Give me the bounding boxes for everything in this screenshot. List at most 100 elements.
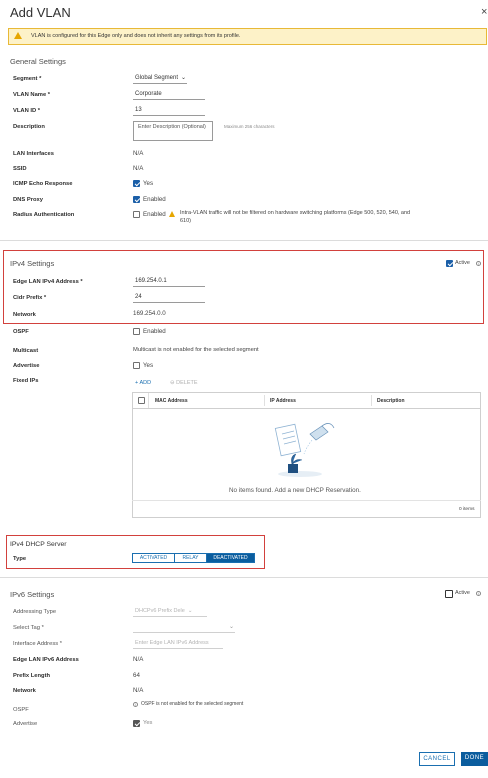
ospf-label: OSPF	[13, 329, 29, 335]
warning-banner: VLAN is configured for this Edge only an…	[8, 28, 487, 45]
ipv6-settings-title: IPv6 Settings	[10, 590, 55, 599]
radius-value: Enabled	[143, 211, 166, 218]
ipv4-active-label: Active	[455, 260, 470, 266]
ipv6-advertise-checkbox[interactable]	[133, 720, 140, 727]
warning-icon	[169, 211, 175, 217]
add-button[interactable]: + ADD	[135, 380, 151, 386]
info-icon: i	[476, 591, 481, 596]
dhcp-title: IPv4 DHCP Server	[10, 541, 67, 548]
cidr-prefix-label: Cidr Prefix *	[13, 295, 47, 301]
ipv4-settings-title: IPv4 Settings	[10, 259, 55, 268]
segment-value: Global Segment	[135, 75, 179, 81]
add-button-label: ADD	[139, 380, 152, 386]
divider	[0, 577, 488, 578]
info-icon: i	[476, 261, 481, 266]
ipv6-active-label: Active	[455, 590, 470, 596]
radius-checkbox[interactable]	[133, 211, 140, 218]
chevron-down-icon: ⌄	[228, 624, 234, 630]
description-textarea[interactable]: Enter Description (Optional)	[133, 121, 213, 141]
icmp-value: Yes	[143, 180, 154, 187]
ospf-value: Enabled	[143, 328, 166, 335]
addressing-type-select[interactable]: DHCPv6 Prefix Dele ⌄	[133, 606, 207, 617]
delete-button[interactable]: ⊖ DELETE	[170, 380, 198, 386]
edge-lan-ipv6-label: Edge LAN IPv6 Address	[13, 657, 79, 663]
dhcp-relay-button[interactable]: RELAY	[174, 553, 207, 563]
select-tag-select[interactable]: ⌄	[133, 622, 235, 633]
vlan-id-label: VLAN ID *	[13, 108, 41, 114]
interface-address-label: Interface Address *	[13, 641, 62, 647]
lan-interfaces-value: N/A	[133, 150, 144, 157]
edge-lan-ipv4-input[interactable]: 169.254.0.1	[133, 276, 205, 287]
grid-footer-divider	[132, 500, 481, 501]
network-label: Network	[13, 312, 36, 318]
column-header-mac[interactable]: MAC Address	[155, 398, 188, 404]
general-settings-title: General Settings	[10, 57, 66, 66]
addressing-type-label: Addressing Type	[13, 609, 57, 615]
addressing-type-value: DHCPv6 Prefix Dele	[135, 608, 185, 614]
info-icon: i	[133, 702, 138, 707]
advertise-label: Advertise	[13, 363, 40, 369]
ospf-checkbox[interactable]	[133, 328, 140, 335]
prefix-length-value: 64	[133, 672, 140, 679]
column-header-ip[interactable]: IP Address	[270, 398, 296, 404]
dhcp-deactivated-button[interactable]: DEACTIVATED	[206, 553, 255, 563]
empty-state-illustration	[274, 423, 335, 477]
close-icon[interactable]: ×	[481, 6, 487, 18]
ipv6-advertise-value: Yes	[143, 720, 153, 726]
cidr-prefix-input[interactable]: 24	[133, 292, 205, 303]
dhcp-type-label: Type	[13, 556, 27, 562]
prefix-length-label: Prefix Length	[13, 673, 51, 679]
interface-address-input[interactable]: Enter Edge LAN IPv6 Address	[133, 638, 223, 649]
fixed-ips-label: Fixed IPs	[13, 378, 39, 384]
ssid-value: N/A	[133, 165, 144, 172]
ipv6-active-checkbox[interactable]	[445, 590, 453, 598]
item-count: 0 items	[459, 507, 475, 512]
ipv6-ospf-note: OSPF is not enabled for the selected seg…	[141, 701, 244, 707]
ipv4-highlight	[3, 250, 484, 324]
icmp-label: ICMP Echo Response	[13, 181, 73, 187]
ipv6-network-label: Network	[13, 688, 36, 694]
dialog-title: Add VLAN	[10, 5, 71, 20]
multicast-label: Multicast	[13, 348, 39, 354]
dhcp-activated-button[interactable]: ACTIVATED	[132, 553, 175, 563]
chevron-down-icon: ⌄	[181, 75, 187, 81]
empty-state-text: No items found. Add a new DHCP Reservati…	[229, 487, 361, 494]
select-all-checkbox[interactable]	[138, 397, 145, 404]
chevron-down-icon: ⌄	[187, 608, 193, 614]
segment-label: Segment *	[13, 76, 42, 82]
ipv6-advertise-label: Advertise	[13, 721, 38, 727]
ipv4-active-checkbox[interactable]	[446, 260, 453, 267]
dns-proxy-checkbox[interactable]	[133, 196, 140, 203]
cancel-button[interactable]: CANCEL	[419, 752, 455, 766]
multicast-value: Multicast is not enabled for the selecte…	[133, 347, 259, 353]
description-hint: Maximum 256 characters	[224, 124, 275, 129]
divider	[0, 240, 488, 241]
icmp-checkbox[interactable]	[133, 180, 140, 187]
edge-lan-ipv6-value: N/A	[133, 656, 144, 663]
column-divider	[371, 395, 372, 406]
grid-header-divider	[132, 408, 481, 409]
dns-proxy-value: Enabled	[143, 196, 166, 203]
column-header-description[interactable]: Description	[377, 398, 405, 404]
warning-icon	[14, 32, 22, 39]
vlan-name-label: VLAN Name *	[13, 92, 51, 98]
radius-label: Radius Authentication	[13, 212, 75, 218]
description-label: Description	[13, 124, 45, 130]
network-value: 169.254.0.0	[133, 310, 166, 317]
select-tag-label: Select Tag *	[13, 625, 44, 631]
segment-select[interactable]: Global Segment ⌄	[133, 73, 187, 84]
vlan-id-input[interactable]: 13	[133, 105, 205, 116]
delete-button-label: DELETE	[176, 380, 198, 386]
ipv6-ospf-label: OSPF	[13, 707, 29, 713]
ipv6-network-value: N/A	[133, 687, 144, 694]
done-button[interactable]: DONE	[461, 752, 488, 766]
vlan-name-input[interactable]: Corporate	[133, 89, 205, 100]
radius-note: Intra-VLAN traffic will not be filtered …	[180, 210, 411, 224]
advertise-checkbox[interactable]	[133, 362, 140, 369]
advertise-value: Yes	[143, 362, 154, 369]
column-divider	[148, 393, 149, 408]
ssid-label: SSID	[13, 166, 27, 172]
dns-proxy-label: DNS Proxy	[13, 197, 43, 203]
lan-interfaces-label: LAN Interfaces	[13, 151, 54, 157]
column-divider	[264, 395, 265, 406]
